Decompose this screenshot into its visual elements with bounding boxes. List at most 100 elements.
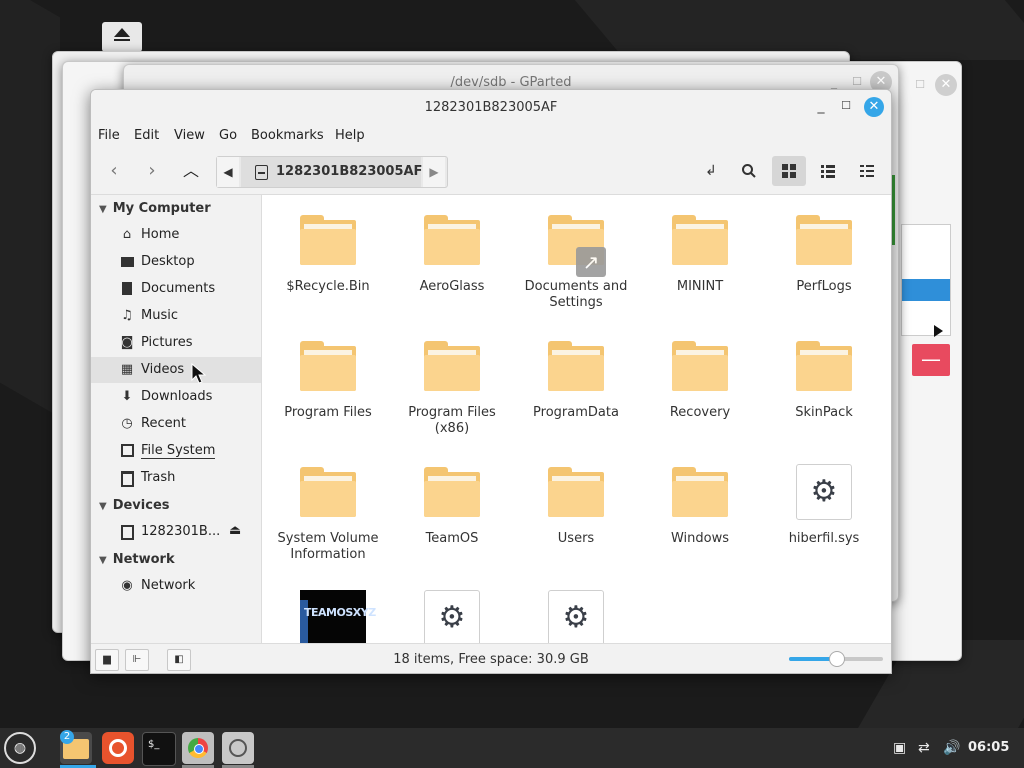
close-button[interactable]: ✕ xyxy=(935,74,957,96)
folder-icon xyxy=(424,341,480,391)
file-item[interactable]: MININT xyxy=(638,199,762,319)
file-item[interactable]: Program Files xyxy=(266,325,390,445)
system-file-icon: ⚙ xyxy=(548,590,604,643)
folder-icon xyxy=(796,341,852,391)
breadcrumb-drive[interactable]: 1282301B823005AF xyxy=(241,157,422,187)
zoom-slider[interactable] xyxy=(789,651,883,667)
path-right-arrow[interactable]: ▶ xyxy=(423,157,445,187)
compact-view-button[interactable] xyxy=(850,156,884,186)
file-item[interactable]: ProgramData xyxy=(514,325,638,445)
chromium-icon[interactable] xyxy=(182,732,214,764)
file-name: Users xyxy=(557,531,595,546)
trash-icon xyxy=(119,470,135,487)
desktop-drive-icon[interactable] xyxy=(102,22,142,52)
status-bar: ▆ ⊩ ◧ 18 items, Free space: 30.9 GB xyxy=(91,643,891,673)
title-bar[interactable]: 1282301B823005AF _ ☐ ✕ xyxy=(91,90,891,124)
file-item[interactable]: ⚙ xyxy=(514,577,638,643)
folder-icon xyxy=(300,215,356,265)
sidebar-item-desktop[interactable]: Desktop xyxy=(91,249,261,275)
sidebar-item-file-system[interactable]: File System xyxy=(91,438,261,464)
menu-go[interactable]: Go xyxy=(219,128,237,143)
status-text: 18 items, Free space: 30.9 GB xyxy=(393,652,589,667)
sidebar-item-recent[interactable]: ◷ Recent xyxy=(91,411,261,437)
drive-tray-icon[interactable]: ▣ xyxy=(893,740,906,756)
menu-bar: File Edit View Go Bookmarks Help xyxy=(91,124,891,148)
file-item[interactable]: TeamOS xyxy=(390,451,514,571)
file-item[interactable]: ⚙ xyxy=(390,577,514,643)
list-view-button[interactable] xyxy=(811,156,845,186)
list-icon xyxy=(821,165,835,178)
file-item[interactable]: AeroGlass xyxy=(390,199,514,319)
maximize-button[interactable]: ☐ xyxy=(838,98,854,114)
sidebar-item-label: Downloads xyxy=(141,389,213,404)
sidebar-section-devices[interactable]: ▼ Devices xyxy=(99,498,170,513)
remove-button[interactable]: — xyxy=(912,344,950,376)
sidebar-item-network[interactable]: ◉ Network xyxy=(91,573,261,599)
file-item[interactable]: System Volume Information xyxy=(266,451,390,571)
search-button[interactable] xyxy=(732,156,766,186)
close-button[interactable]: ✕ xyxy=(864,97,884,117)
file-item[interactable]: PerfLogs xyxy=(762,199,886,319)
file-item[interactable]: ↗ Documents and Settings xyxy=(514,199,638,319)
sidebar-item-label: Desktop xyxy=(141,254,195,269)
window-count-badge: 2 xyxy=(60,730,74,744)
file-view[interactable]: $Recycle.Bin AeroGlass ↗ Documents and S… xyxy=(262,195,891,643)
firefox-icon[interactable] xyxy=(102,732,134,764)
desktop-icon xyxy=(119,254,135,270)
sidebar-item-label: Recent xyxy=(141,416,186,431)
eject-icon[interactable]: ⏏ xyxy=(229,523,241,538)
back-button[interactable]: ‹ xyxy=(101,158,127,184)
file-item[interactable]: $Recycle.Bin xyxy=(266,199,390,319)
terminal-icon[interactable]: $_ xyxy=(142,732,176,766)
sidebar-item-videos[interactable]: ▦ Videos xyxy=(91,357,261,384)
menu-view[interactable]: View xyxy=(174,128,205,143)
file-item[interactable]: ⚙ hiberfil.sys xyxy=(762,451,886,571)
camera-icon: ◙ xyxy=(120,335,134,350)
file-name: Documents and Settings xyxy=(524,279,628,310)
up-button[interactable]: ︿ xyxy=(178,158,204,184)
file-manager-window[interactable]: 1282301B823005AF _ ☐ ✕ File Edit View Go… xyxy=(90,89,892,674)
file-item[interactable]: TEAMOSXYZ xyxy=(266,577,390,643)
forward-button[interactable]: › xyxy=(139,158,165,184)
menu-bookmarks[interactable]: Bookmarks xyxy=(251,128,324,143)
folder-icon xyxy=(672,215,728,265)
sidebar-item-pictures[interactable]: ◙ Pictures xyxy=(91,330,261,356)
file-item[interactable]: Program Files (x86) xyxy=(390,325,514,445)
sidebar-item-device[interactable]: 1282301B... ⏏ xyxy=(91,519,261,545)
file-item[interactable]: Windows xyxy=(638,451,762,571)
minimize-button[interactable]: _ xyxy=(813,98,829,114)
toggle-location-button[interactable]: ↲ xyxy=(694,156,728,186)
folder-icon xyxy=(548,341,604,391)
file-item[interactable]: SkinPack xyxy=(762,325,886,445)
network-disconnected-icon[interactable]: ⇄ xyxy=(918,740,930,756)
maximize-button[interactable]: ☐ xyxy=(909,74,931,96)
file-name: AeroGlass xyxy=(419,279,485,294)
menu-help[interactable]: Help xyxy=(335,128,365,143)
menu-edit[interactable]: Edit xyxy=(134,128,159,143)
zoom-handle[interactable] xyxy=(829,651,845,667)
icon-view-button[interactable] xyxy=(772,156,806,186)
folder-icon xyxy=(796,215,852,265)
sidebar-item-documents[interactable]: Documents xyxy=(91,276,261,302)
folder-icon xyxy=(424,215,480,265)
path-left-arrow[interactable]: ◀ xyxy=(217,157,239,187)
file-item[interactable]: Users xyxy=(514,451,638,571)
folder-icon xyxy=(300,341,356,391)
sidebar-item-home[interactable]: ⌂ Home xyxy=(91,222,261,248)
menu-icon[interactable]: ◍ xyxy=(4,732,36,764)
sidebar-item-downloads[interactable]: ⬇ Downloads xyxy=(91,384,261,410)
file-name: hiberfil.sys xyxy=(788,531,860,546)
volume-icon[interactable]: 🔊 xyxy=(943,740,960,756)
sidebar: ▼ My Computer ⌂ Home Desktop Documents ♫ Mu… xyxy=(91,195,262,643)
image-thumbnail: TEAMOSXYZ xyxy=(300,590,376,643)
clock[interactable]: 06:05 xyxy=(968,740,1009,755)
sidebar-item-music[interactable]: ♫ Music xyxy=(91,303,261,329)
file-item[interactable]: Recovery xyxy=(638,325,762,445)
menu-file[interactable]: File xyxy=(98,128,120,143)
sidebar-section-my-computer[interactable]: ▼ My Computer xyxy=(99,201,211,216)
gparted-icon[interactable] xyxy=(222,732,254,764)
sidebar-item-trash[interactable]: Trash xyxy=(91,465,261,491)
sidebar-item-label: Documents xyxy=(141,281,216,296)
sidebar-section-network[interactable]: ▼ Network xyxy=(99,552,175,567)
sidebar-item-label: Videos xyxy=(141,362,185,377)
